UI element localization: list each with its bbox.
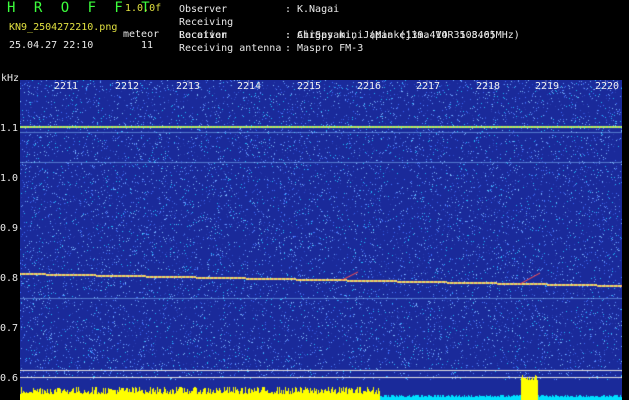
meteor-count: 11 (141, 40, 154, 51)
version-label: 1.0.0f (125, 3, 162, 14)
y-tick-label: 1.0 (0, 173, 19, 184)
datetime-label: 25.04.27 22:10 (9, 40, 94, 51)
observation-info: Observer: K.Nagai Receiving Location: Chig… (179, 3, 520, 55)
filename-label: KN9_2504272210.png (9, 22, 118, 33)
info-value: AirSpy mini (Miakejima VOR 108.65MHz) (297, 30, 520, 41)
info-row: Receiving Location: Chigasaki, Japan (139… (179, 17, 496, 41)
meteor-label: meteor (123, 29, 160, 40)
y-tick-label: 1.1 (0, 123, 19, 134)
info-key: Observer (179, 4, 228, 15)
time-tick-label: 2218 (476, 81, 501, 92)
y-tick-label: 0.7 (0, 323, 19, 334)
time-tick-label: 2214 (237, 81, 262, 92)
info-row: Receiver: AirSpy mini (Miakejima VOR 108.… (179, 30, 520, 41)
spectrogram-waterfall (20, 80, 622, 400)
time-tick-label: 2217 (416, 81, 441, 92)
info-value: Maspro FM-3 (297, 43, 364, 54)
info-row: Receiving antenna: Maspro FM-3 (179, 43, 364, 54)
time-tick-label: 2216 (357, 81, 382, 92)
time-tick-label: 2213 (176, 81, 201, 92)
info-row: Observer: K.Nagai (179, 4, 340, 15)
time-tick-label: 2215 (297, 81, 322, 92)
time-tick-label: 2220 (595, 81, 620, 92)
y-tick-label: 0.8 (0, 273, 19, 284)
frequency-unit-label: kHz (1, 73, 20, 84)
info-key: Receiver (179, 30, 228, 41)
time-tick-label: 2219 (535, 81, 560, 92)
time-tick-label: 2212 (115, 81, 140, 92)
y-tick-label: 0.9 (0, 223, 19, 234)
y-tick-label: 0.6 (0, 373, 19, 384)
info-value: K.Nagai (297, 4, 340, 15)
time-tick-label: 2211 (54, 81, 79, 92)
info-key: Receiving antenna (179, 43, 282, 54)
